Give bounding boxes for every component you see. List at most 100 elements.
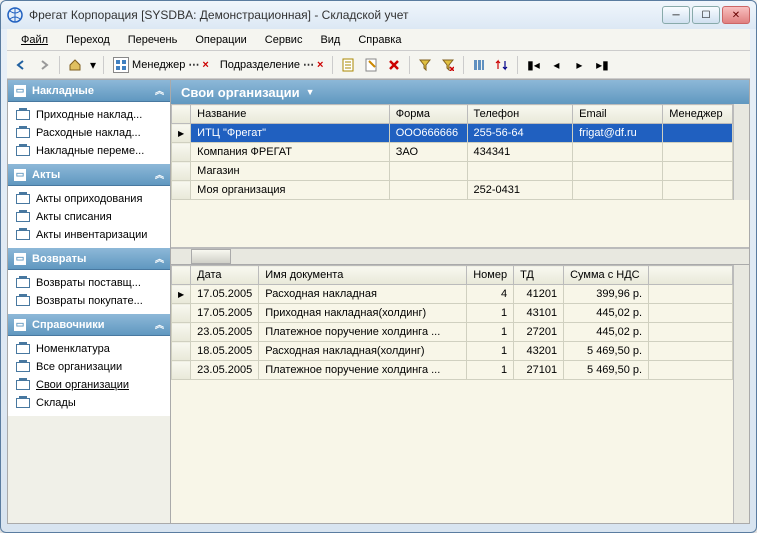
panel-header[interactable]: ▭Накладные︽ [8,80,170,102]
cell-date: 23.05.2005 [191,361,259,380]
maximize-button[interactable]: ☐ [692,6,720,24]
clear-icon[interactable]: × [202,59,208,71]
sidebar-item[interactable]: Номенклатура [8,340,170,358]
collapse-icon[interactable]: ︽ [155,318,164,331]
department-filter[interactable]: Подразделение ⋯ × [216,58,328,71]
column-header[interactable]: Форма [389,105,467,124]
edit-button[interactable] [361,55,381,75]
panel-header[interactable]: ▭Акты︽ [8,164,170,186]
manager-filter[interactable]: Менеджер ⋯ × [109,57,213,73]
menu-list[interactable]: Перечень [120,32,186,48]
vertical-scrollbar[interactable] [733,265,749,523]
cell-doc: Приходная накладная(холдинг) [259,304,467,323]
nav-last-button[interactable]: ▸▮ [592,55,612,75]
nav-prev-button[interactable]: ◂ [546,55,566,75]
vertical-scrollbar[interactable] [733,104,749,200]
table-row[interactable]: 23.05.2005Платежное поручение холдинга .… [172,323,733,342]
sidebar-item[interactable]: Приходные наклад... [8,106,170,124]
row-indicator [172,342,191,361]
sidebar-item[interactable]: Акты списания [8,208,170,226]
sidebar-item-label: Свои организации [36,379,129,391]
new-button[interactable] [338,55,358,75]
panel-header[interactable]: ▭Справочники︽ [8,314,170,336]
column-header[interactable]: Менеджер [663,105,733,124]
sidebar-item[interactable]: Возвраты поставщ... [8,274,170,292]
nav-next-button[interactable]: ▸ [569,55,589,75]
ellipsis-icon[interactable]: ⋯ [303,58,314,71]
collapse-icon[interactable]: ︽ [155,252,164,265]
column-header[interactable]: Сумма с НДС [564,266,649,285]
column-header[interactable]: Телефон [467,105,573,124]
table-row[interactable]: ▶17.05.2005Расходная накладная441201399,… [172,285,733,304]
sidebar-item[interactable]: Накладные переме... [8,142,170,160]
doc-icon [16,146,30,156]
column-header[interactable]: Номер [467,266,514,285]
cell-td: 43101 [514,304,564,323]
cell-phone: 255-56-64 [467,124,573,143]
menu-help[interactable]: Справка [350,32,409,48]
panel-header[interactable]: ▭Возвраты︽ [8,248,170,270]
clear-icon[interactable]: × [317,59,323,71]
sidebar-item[interactable]: Свои организации [8,376,170,394]
panel-body: Акты оприходования Акты списания Акты инве… [8,186,170,248]
cell-doc: Расходная накладная [259,285,467,304]
table-row[interactable]: 17.05.2005Приходная накладная(холдинг)14… [172,304,733,323]
sidebar-item[interactable]: Склады [8,394,170,412]
sidebar-item[interactable]: Все организации [8,358,170,376]
forward-button[interactable] [34,55,54,75]
column-header[interactable]: Дата [191,266,259,285]
sidebar-item[interactable]: Возвраты покупате... [8,292,170,310]
cell-form: ООО666666 [389,124,467,143]
close-button[interactable]: ✕ [722,6,750,24]
columns-button[interactable] [469,55,489,75]
row-indicator [172,323,191,342]
menu-service[interactable]: Сервис [257,32,311,48]
column-header[interactable]: Название [191,105,390,124]
sidebar-item[interactable]: Акты инвентаризации [8,226,170,244]
home-button[interactable] [65,55,85,75]
separator [517,56,518,74]
table-row[interactable]: 18.05.2005Расходная накладная(холдинг)14… [172,342,733,361]
menu-operations[interactable]: Операции [187,32,254,48]
minimize-button[interactable]: ─ [662,6,690,24]
row-indicator [172,304,191,323]
documents-grid[interactable]: ДатаИмя документаНомерТДСумма с НДС▶17.0… [171,265,733,380]
doc-icon [16,128,30,138]
cell-td: 43201 [514,342,564,361]
sidebar-item[interactable]: Расходные наклад... [8,124,170,142]
delete-button[interactable] [384,55,404,75]
sidebar-item-label: Акты списания [36,211,112,223]
menu-view[interactable]: Вид [312,32,348,48]
filter-button[interactable] [415,55,435,75]
column-header[interactable]: Email [573,105,663,124]
table-row[interactable]: ▶ИТЦ "Фрегат"ООО666666255-56-64frigat@df… [172,124,733,143]
back-button[interactable] [11,55,31,75]
cell-td: 41201 [514,285,564,304]
cell-num: 4 [467,285,514,304]
sidebar-item-label: Накладные переме... [36,145,144,157]
collapse-icon[interactable]: ︽ [155,168,164,181]
table-row[interactable]: Компания ФРЕГАТЗАО434341 [172,143,733,162]
dropdown-icon[interactable]: ▾ [88,55,98,75]
cell-doc: Платежное поручение холдинга ... [259,361,467,380]
ellipsis-icon[interactable]: ⋯ [188,58,199,71]
table-row[interactable]: Моя организация252-0431 [172,181,733,200]
menu-goto[interactable]: Переход [58,32,118,48]
cell-sum: 5 469,50 р. [564,361,649,380]
doc-icon [16,212,30,222]
column-header[interactable]: ТД [514,266,564,285]
sidebar-item[interactable]: Акты оприходования [8,190,170,208]
filter-clear-button[interactable] [438,55,458,75]
collapse-icon[interactable]: ︽ [155,84,164,97]
dropdown-icon[interactable]: ▼ [306,87,315,97]
organizations-grid[interactable]: НазваниеФормаТелефонEmailМенеджер▶ИТЦ "Ф… [171,104,733,200]
window-title: Фрегат Корпорация [SYSDBA: Демонстрацион… [29,8,662,22]
cell-name: Компания ФРЕГАТ [191,143,390,162]
column-header[interactable]: Имя документа [259,266,467,285]
table-row[interactable]: Магазин [172,162,733,181]
table-row[interactable]: 23.05.2005Платежное поручение холдинга .… [172,361,733,380]
menu-file[interactable]: Файл [13,32,56,48]
sort-button[interactable] [492,55,512,75]
nav-first-button[interactable]: ▮◂ [523,55,543,75]
horizontal-scrollbar[interactable] [171,248,749,264]
